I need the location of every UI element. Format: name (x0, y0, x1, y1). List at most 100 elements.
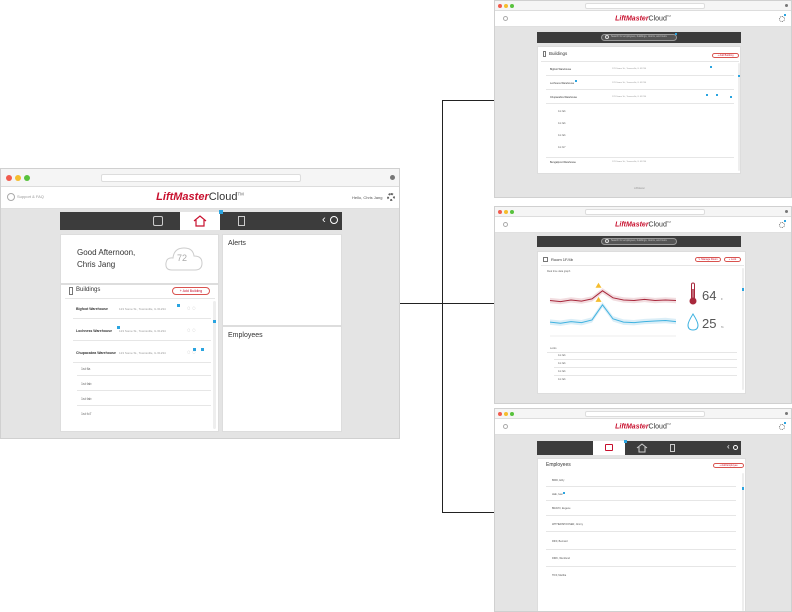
row-divider (73, 362, 211, 363)
address-bar[interactable] (585, 209, 705, 215)
employee-item[interactable]: RIFF, Bernard (552, 540, 568, 543)
browser-chrome (495, 409, 791, 419)
building-icon (69, 287, 73, 295)
room-item[interactable]: 1st fab (558, 110, 566, 113)
search-icon[interactable] (733, 445, 738, 450)
search-input[interactable]: Search for employees, buildings, rooms, … (611, 239, 667, 242)
settings-gear-icon[interactable] (779, 16, 785, 22)
status-indicator (730, 96, 732, 98)
search-input[interactable]: Search for employees, buildings, rooms, … (611, 35, 667, 38)
buildings-icon[interactable] (670, 444, 675, 452)
manage-room-button[interactable]: ✎ Manage Room (695, 257, 721, 262)
room-item[interactable]: 1st fo7 (81, 412, 92, 416)
employee-item[interactable]: DIRK, Wentlund (552, 557, 570, 560)
status-indicator (177, 304, 180, 307)
lock-item[interactable]: 1st fab (558, 354, 566, 357)
row-divider (546, 103, 734, 104)
building-name[interactable]: Chupacabra Warehouse (550, 96, 577, 99)
settings-gear-icon[interactable] (779, 424, 785, 430)
status-indicator (201, 348, 204, 351)
nav-home-tab[interactable] (180, 212, 220, 230)
nav-employees-tab[interactable] (593, 441, 625, 455)
menu-icon[interactable] (785, 412, 788, 415)
status-indicator (706, 94, 708, 96)
door-icon[interactable]: ◌ ◌ (187, 350, 196, 356)
thermometer-icon (689, 282, 697, 305)
user-greeting[interactable]: Hello, Chris Jang (352, 195, 382, 200)
header-divider (541, 265, 744, 266)
maximize-window-icon[interactable] (510, 412, 514, 416)
settings-gear-icon[interactable] (779, 222, 785, 228)
building-name[interactable]: Lochness Warehouse (550, 82, 574, 85)
room-item[interactable]: 1st fla (81, 367, 90, 371)
minimize-window-icon[interactable] (504, 210, 508, 214)
warning-icon[interactable] (595, 282, 602, 288)
room-item[interactable]: 1st fo7 (558, 146, 566, 149)
address-bar[interactable] (101, 174, 301, 182)
realtime-chart (549, 282, 677, 337)
search-bar: Search for employees, buildings, rooms, … (537, 32, 741, 43)
add-employee-button[interactable]: + Add Employee (713, 463, 744, 468)
settings-indicator (784, 14, 786, 16)
collapse-chevron-icon[interactable]: ‹ (727, 442, 730, 451)
close-window-icon[interactable] (498, 4, 502, 8)
browser-chrome (495, 207, 791, 217)
close-window-icon[interactable] (498, 412, 502, 416)
address-bar[interactable] (585, 3, 705, 9)
app-header: Support & FAQ LiftMasterCloudTM Hello, C… (1, 187, 399, 209)
room-item[interactable]: 1st fab (81, 382, 92, 386)
minimize-window-icon[interactable] (504, 412, 508, 416)
menu-icon[interactable] (390, 175, 395, 180)
scrollbar[interactable] (738, 63, 740, 171)
employee-item[interactable]: BIRD, Ethy (552, 479, 564, 482)
employee-item[interactable]: BRAVO, Eugene (552, 507, 571, 510)
nav-employees-icon[interactable] (153, 216, 163, 226)
lock-item[interactable]: 1st fab (558, 370, 566, 373)
search-icon[interactable] (605, 239, 609, 243)
main-window: Support & FAQ LiftMasterCloudTM Hello, C… (0, 168, 400, 439)
room-item[interactable]: 1st fab (558, 122, 566, 125)
building-address: 123 Some St., Townsville, IL 61234 (119, 351, 166, 355)
search-icon[interactable] (605, 35, 609, 39)
settings-gear-icon[interactable] (387, 193, 395, 201)
door-icon[interactable]: ◌ ◌ (187, 328, 196, 334)
scrollbar[interactable] (742, 268, 744, 390)
lock-item[interactable]: 1st fab (558, 362, 566, 365)
notification-indicator (219, 210, 223, 214)
greeting-card: Good Afternoon, Chris Jang 72 (60, 234, 219, 284)
add-building-button[interactable]: + Add Building (712, 53, 739, 58)
building-name[interactable]: Bigfoot Warehouse (550, 68, 571, 71)
address-bar[interactable] (585, 411, 705, 417)
employee-item[interactable]: WITHERSPOONER, Jimmy (552, 523, 583, 526)
maximize-window-icon[interactable] (510, 4, 514, 8)
greeting-line1: Good Afternoon, (77, 248, 136, 257)
door-icon[interactable]: ◌ ◌ (187, 306, 196, 312)
minimize-window-icon[interactable] (504, 4, 508, 8)
employee-item[interactable]: LEE, Ivan (552, 493, 563, 496)
scrollbar[interactable] (742, 473, 744, 611)
minimize-window-icon[interactable] (15, 175, 21, 181)
nav-bar: ‹ (60, 210, 342, 230)
menu-icon[interactable] (785, 4, 788, 7)
room-item[interactable]: 1st fab (81, 397, 92, 401)
close-window-icon[interactable] (498, 210, 502, 214)
room-item[interactable]: 1st fab (558, 134, 566, 137)
lock-item[interactable]: 1st fab (558, 378, 566, 381)
collapse-chevron-icon[interactable]: ‹ (322, 214, 326, 226)
weather-temperature: 72 (177, 253, 188, 263)
nav-buildings-icon[interactable] (238, 216, 245, 226)
connector-middle (442, 303, 494, 304)
building-name[interactable]: Bengalpost Warehouse (550, 161, 576, 164)
search-icon[interactable] (330, 216, 338, 224)
nav-bar: ‹ (537, 440, 741, 455)
maximize-window-icon[interactable] (510, 210, 514, 214)
building-address: 123 Some St., Townsville, IL 61234 (612, 96, 647, 98)
home-icon[interactable] (636, 443, 648, 453)
menu-icon[interactable] (785, 210, 788, 213)
maximize-window-icon[interactable] (24, 175, 30, 181)
add-building-button[interactable]: + Add Building (172, 287, 210, 295)
lock-button[interactable]: + Lock (724, 257, 741, 262)
employee-item[interactable]: TIFF, Martha (552, 574, 566, 577)
close-window-icon[interactable] (6, 175, 12, 181)
series-band-0 (550, 288, 676, 305)
